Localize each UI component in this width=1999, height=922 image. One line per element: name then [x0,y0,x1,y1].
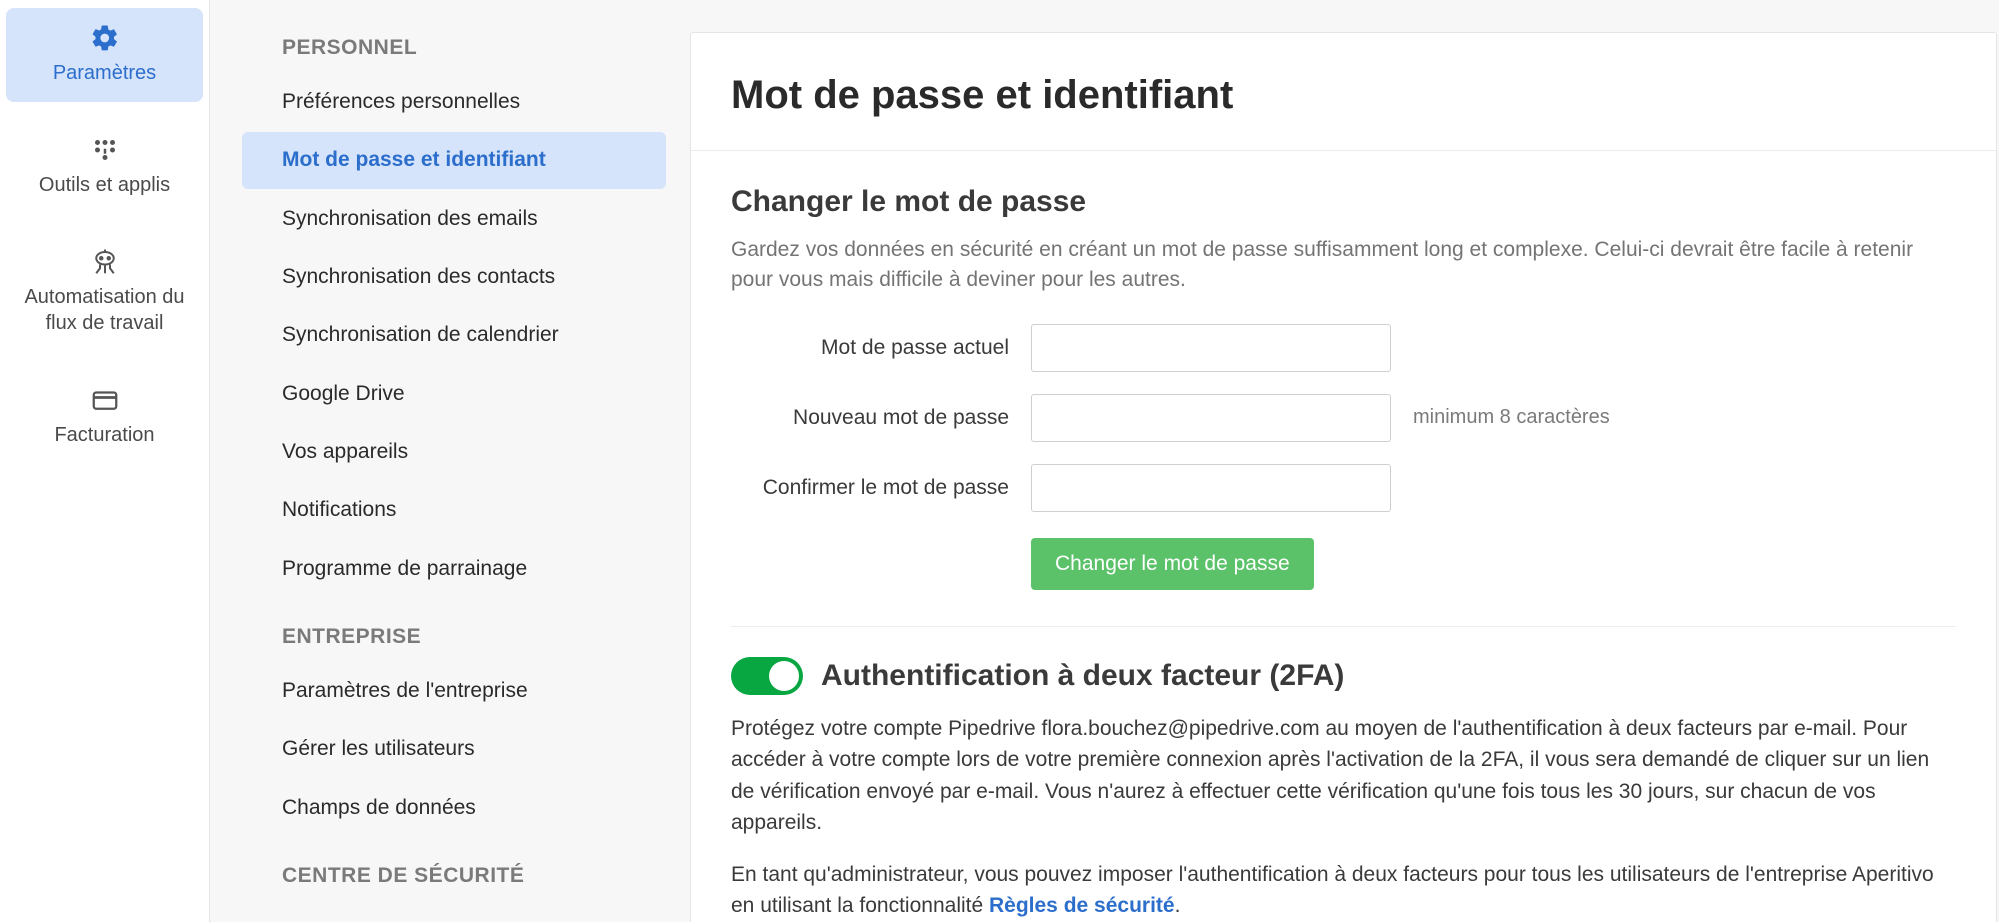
settings-nav: PERSONNEL Préférences personnelles Mot d… [210,0,690,922]
form-row-current: Mot de passe actuel [731,324,1956,372]
sidebar-tile-label: Paramètres [53,60,156,86]
page-title: Mot de passe et identifiant [691,33,1996,151]
security-rules-link[interactable]: Règles de sécurité [989,894,1175,917]
gear-icon [89,22,121,54]
icon-sidebar: Paramètres Outils et applis Automatisati… [0,0,210,922]
tools-icon [89,134,121,166]
input-current-password[interactable] [1031,324,1391,372]
divider [731,626,1956,627]
nav-item-calendar-sync[interactable]: Synchronisation de calendrier [242,307,666,363]
label-confirm-password: Confirmer le mot de passe [731,476,1031,500]
nav-item-password[interactable]: Mot de passe et identifiant [242,132,666,188]
nav-section-header-personnel: PERSONNEL [282,36,666,60]
sidebar-tile-parametres[interactable]: Paramètres [6,8,203,102]
two-factor-admin-note: En tant qu'administrateur, vous pouvez i… [731,859,1956,922]
two-factor-admin-pre: En tant qu'administrateur, vous pouvez i… [731,863,1934,918]
form-row-new: Nouveau mot de passe minimum 8 caractère… [731,394,1956,442]
nav-item-notifications[interactable]: Notifications [242,482,666,538]
nav-item-contact-sync[interactable]: Synchronisation des contacts [242,249,666,305]
input-confirm-password[interactable] [1031,464,1391,512]
hint-min-chars: minimum 8 caractères [1413,406,1610,429]
label-current-password: Mot de passe actuel [731,336,1031,360]
robot-icon [89,246,121,278]
nav-item-google-drive[interactable]: Google Drive [242,366,666,422]
sidebar-tile-outils[interactable]: Outils et applis [6,120,203,214]
label-new-password: Nouveau mot de passe [731,406,1031,430]
nav-item-company-settings[interactable]: Paramètres de l'entreprise [242,663,666,719]
nav-item-manage-users[interactable]: Gérer les utilisateurs [242,721,666,777]
nav-item-email-sync[interactable]: Synchronisation des emails [242,191,666,247]
nav-section-header-entreprise: ENTREPRISE [282,625,666,649]
sidebar-tile-automatisation[interactable]: Automatisation du flux de travail [6,232,203,352]
form-row-confirm: Confirmer le mot de passe [731,464,1956,512]
app-root: Paramètres Outils et applis Automatisati… [0,0,1999,922]
sidebar-tile-label: Facturation [54,422,154,448]
nav-item-referral[interactable]: Programme de parrainage [242,541,666,597]
two-factor-heading: Authentification à deux facteur (2FA) [821,659,1344,693]
main-content: Mot de passe et identifiant Changer le m… [690,0,1999,922]
nav-item-preferences[interactable]: Préférences personnelles [242,74,666,130]
card-icon [89,384,121,416]
toggle-knob [769,661,799,691]
sidebar-tile-label: Outils et applis [39,172,170,198]
two-factor-toggle[interactable] [731,657,803,695]
panel-body: Changer le mot de passe Gardez vos donné… [691,151,1996,922]
input-new-password[interactable] [1031,394,1391,442]
two-factor-admin-post: . [1175,894,1181,917]
two-factor-description: Protégez votre compte Pipedrive flora.bo… [731,713,1956,839]
change-password-desc: Gardez vos données en sécurité en créant… [731,235,1956,296]
nav-item-data-fields[interactable]: Champs de données [242,780,666,836]
nav-item-devices[interactable]: Vos appareils [242,424,666,480]
panel-password: Mot de passe et identifiant Changer le m… [690,32,1997,922]
sidebar-tile-label: Automatisation du flux de travail [10,284,199,336]
change-password-heading: Changer le mot de passe [731,185,1956,219]
sidebar-tile-facturation[interactable]: Facturation [6,370,203,464]
change-password-button[interactable]: Changer le mot de passe [1031,538,1314,590]
nav-section-header-security: CENTRE DE SÉCURITÉ [282,864,666,888]
two-factor-header: Authentification à deux facteur (2FA) [731,657,1956,695]
